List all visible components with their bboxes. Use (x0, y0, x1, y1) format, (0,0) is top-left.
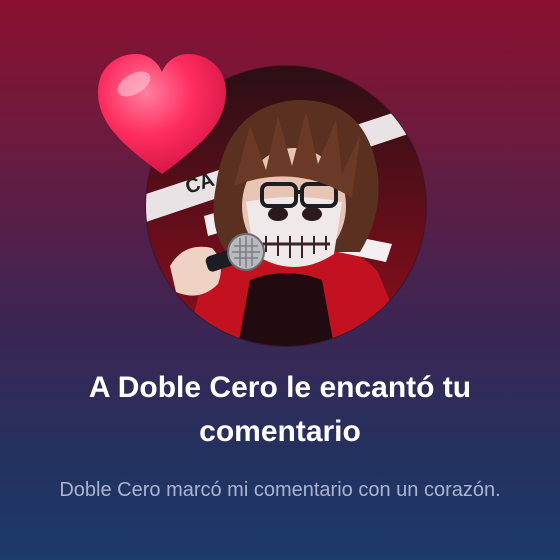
notification-title: A Doble Cero le encantó tu comentario (88, 371, 472, 448)
like-notification-card: CA A Doble Cero le encantó tu comentario… (0, 0, 560, 560)
notification-message: Doble Cero marcó mi comentario con un co… (59, 479, 501, 501)
heart-icon (94, 50, 230, 180)
